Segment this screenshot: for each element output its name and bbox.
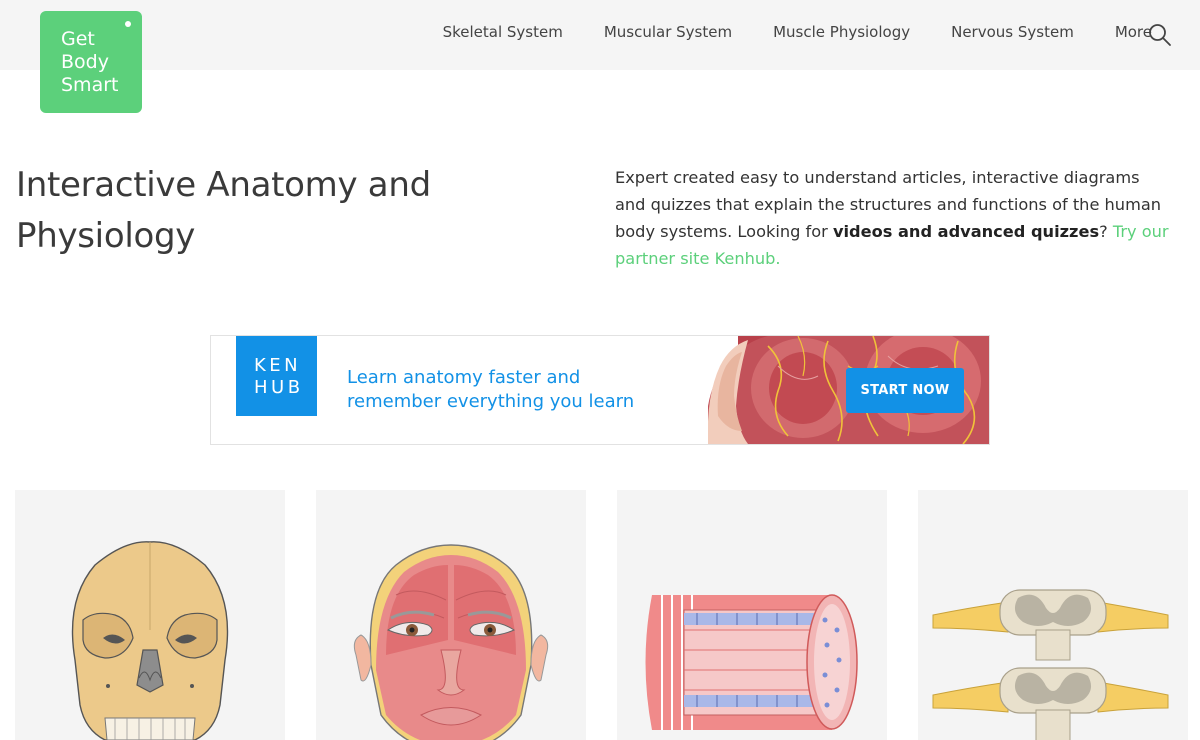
page-title: Interactive Anatomy and Physiology	[16, 165, 431, 256]
search-icon[interactable]	[1148, 23, 1172, 47]
start-now-button[interactable]: START NOW	[846, 368, 964, 413]
hero-desc-bold: videos and advanced quizzes	[832, 222, 1100, 241]
banner-tagline-line-2: remember everything you learn	[347, 391, 635, 412]
logo-dot	[125, 21, 131, 27]
card-muscle-physiology[interactable]	[617, 490, 887, 740]
kenhub-banner[interactable]: KEN HUB Learn anatomy faster and remembe…	[210, 335, 990, 445]
logo-line-2: Body	[61, 51, 109, 73]
site-logo[interactable]: Get Body Smart	[40, 11, 142, 113]
nav-muscle-physiology[interactable]: Muscle Physiology	[773, 23, 910, 41]
card-muscular-system[interactable]	[316, 490, 586, 740]
spinal-cord-icon	[932, 589, 1169, 740]
hero-desc-question: ?	[1099, 222, 1113, 241]
face-muscles-icon	[353, 544, 549, 740]
kenhub-logo-line-1: KEN	[254, 355, 302, 376]
nav-skeletal-system[interactable]: Skeletal System	[443, 23, 563, 41]
nav-nervous-system[interactable]: Nervous System	[951, 23, 1074, 41]
banner-tagline: Learn anatomy faster and remember everyt…	[347, 366, 634, 414]
skull-icon	[71, 541, 229, 740]
kenhub-logo: KEN HUB	[236, 336, 317, 416]
nav-more[interactable]: More	[1115, 23, 1152, 41]
logo-line-1: Get	[61, 28, 95, 50]
kenhub-logo-line-2: HUB	[254, 377, 304, 398]
muscle-fiber-icon	[645, 594, 858, 730]
card-skeletal-system[interactable]	[15, 490, 285, 740]
logo-line-3: Smart	[61, 74, 119, 96]
nav-muscular-system[interactable]: Muscular System	[604, 23, 732, 41]
card-nervous-system[interactable]	[918, 490, 1188, 740]
logo-text: Get Body Smart	[61, 28, 141, 97]
main-nav: Skeletal System Muscular System Muscle P…	[443, 0, 1152, 64]
site-header: Skeletal System Muscular System Muscle P…	[0, 0, 1200, 70]
hero-description: Expert created easy to understand articl…	[615, 164, 1175, 272]
banner-tagline-line-1: Learn anatomy faster and	[347, 367, 581, 388]
